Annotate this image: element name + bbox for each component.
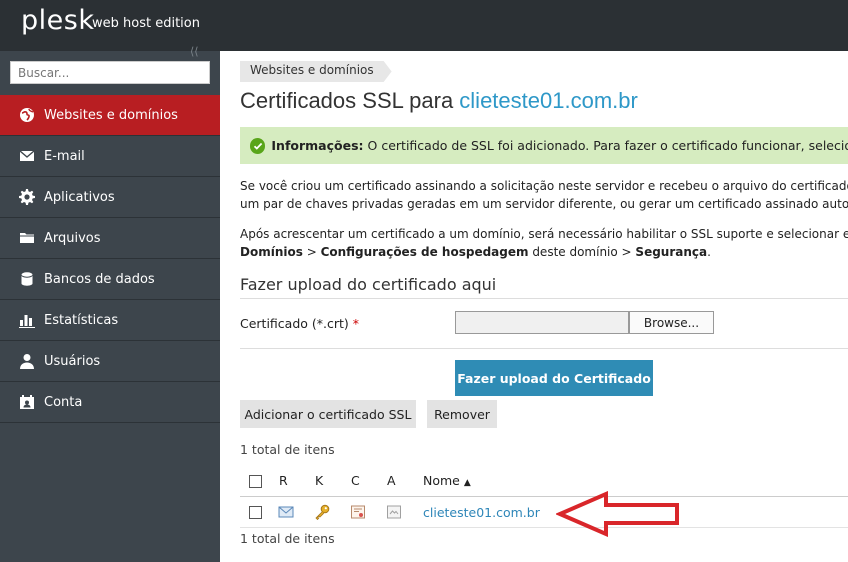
- message-text: O certificado de SSL foi adicionado. Par…: [367, 138, 848, 153]
- column-header-k[interactable]: K: [315, 473, 323, 488]
- remove-button[interactable]: Remover: [427, 400, 497, 428]
- sidebar-item-label: Conta: [44, 394, 83, 410]
- ca-certificate-icon[interactable]: [386, 504, 402, 520]
- upload-certificate-button[interactable]: Fazer upload do Certificado: [455, 360, 653, 396]
- page-title-prefix: Certificados SSL para: [240, 88, 460, 113]
- intro-line-2: um par de chaves privadas geradas em um …: [240, 197, 848, 211]
- sidebar-item-label: Arquivos: [44, 230, 101, 246]
- sidebar-item-files[interactable]: Arquivos: [0, 218, 220, 259]
- success-check-icon: [250, 137, 266, 154]
- globe-icon: [19, 107, 35, 123]
- main-content: Websites e domínios Certificados SSL par…: [240, 51, 848, 562]
- sidebar: ⟨⟨ Websites e domínios E-mail Aplicativo…: [0, 45, 220, 562]
- browse-button[interactable]: Browse...: [629, 311, 714, 334]
- sidebar-item-account[interactable]: Conta: [0, 382, 220, 423]
- sidebar-nav: Websites e domínios E-mail Aplicativos A…: [0, 95, 220, 423]
- intro-paragraph: Se você criou um certificado assinando a…: [240, 177, 848, 213]
- sidebar-item-label: Aplicativos: [44, 189, 115, 205]
- instructions-line-2: Domínios > Configurações de hospedagem d…: [240, 243, 848, 261]
- success-message: Informações: O certificado de SSL foi ad…: [240, 127, 848, 164]
- page-title: Certificados SSL para clieteste01.com.br: [240, 88, 638, 114]
- database-icon: [19, 271, 35, 287]
- message-label: Informações:: [271, 138, 364, 153]
- sidebar-item-users[interactable]: Usuários: [0, 341, 220, 382]
- sidebar-item-databases[interactable]: Bancos de dados: [0, 259, 220, 300]
- plesk-logo[interactable]: plesk: [21, 5, 94, 36]
- path-security: Segurança: [635, 245, 708, 259]
- certificate-field-label: Certificado (*.crt) *: [240, 316, 359, 331]
- sidebar-item-applications[interactable]: Aplicativos: [0, 177, 220, 218]
- column-header-name[interactable]: Nome ▲: [423, 473, 471, 488]
- sort-ascending-icon: ▲: [463, 478, 471, 488]
- sidebar-item-label: Websites e domínios: [44, 107, 178, 123]
- sidebar-item-label: Estatísticas: [44, 312, 119, 328]
- add-ssl-certificate-button[interactable]: Adicionar o certificado SSL: [240, 400, 416, 428]
- path-separator: >: [302, 245, 321, 259]
- sidebar-item-label: Usuários: [44, 353, 101, 369]
- sidebar-item-statistics[interactable]: Estatísticas: [0, 300, 220, 341]
- bar-chart-icon: [19, 312, 35, 328]
- certificate-name-link[interactable]: clieteste01.com.br: [423, 505, 540, 520]
- select-all-checkbox[interactable]: [249, 475, 262, 488]
- row-divider: [240, 527, 848, 528]
- annotation-arrow-icon: [556, 491, 679, 537]
- row-checkbox[interactable]: [249, 506, 262, 519]
- table-header-divider: [240, 496, 848, 497]
- total-items-bottom: 1 total de itens: [240, 531, 335, 546]
- search-input[interactable]: [10, 61, 210, 84]
- sidebar-item-websites[interactable]: Websites e domínios: [0, 95, 220, 136]
- account-icon: [19, 394, 35, 410]
- page-title-domain-link[interactable]: clieteste01.com.br: [459, 88, 638, 113]
- top-bar: plesk web host edition: [0, 0, 848, 51]
- section-divider: [240, 298, 848, 299]
- breadcrumb[interactable]: Websites e domínios: [240, 61, 392, 82]
- collapse-sidebar-icon[interactable]: ⟨⟨: [190, 45, 199, 58]
- path-domains: Domínios: [240, 245, 303, 259]
- folder-icon: [19, 230, 35, 246]
- certificate-file-input[interactable]: [455, 311, 629, 334]
- upload-section-title: Fazer upload do certificado aqui: [240, 275, 497, 294]
- gear-icon: [19, 189, 35, 205]
- edition-label: web host edition: [92, 16, 200, 31]
- path-end: .: [707, 245, 711, 259]
- column-header-a[interactable]: A: [387, 473, 396, 488]
- ssl-instructions-paragraph: Após acrescentar um certificado a um dom…: [240, 225, 848, 261]
- total-items-top: 1 total de itens: [240, 442, 335, 457]
- path-middle: deste domínio >: [528, 245, 636, 259]
- column-header-name-label: Nome: [423, 473, 460, 488]
- sidebar-item-label: Bancos de dados: [44, 271, 155, 287]
- certificate-label-text: Certificado (*.crt): [240, 316, 349, 331]
- column-header-r[interactable]: R: [279, 473, 288, 488]
- sidebar-item-label: E-mail: [44, 148, 85, 164]
- instructions-line-1: Após acrescentar um certificado a um dom…: [240, 227, 848, 241]
- path-hosting-settings: Configurações de hospedagem: [320, 245, 529, 259]
- column-header-c[interactable]: C: [351, 473, 360, 488]
- form-divider: [240, 348, 848, 349]
- certificate-request-envelope-icon[interactable]: [278, 504, 294, 520]
- intro-line-1: Se você criou um certificado assinando a…: [240, 179, 848, 193]
- certificate-icon[interactable]: [350, 504, 366, 520]
- sidebar-item-email[interactable]: E-mail: [0, 136, 220, 177]
- private-key-icon[interactable]: [314, 504, 330, 521]
- required-mark: *: [352, 316, 360, 331]
- envelope-icon: [19, 148, 35, 164]
- user-icon: [19, 353, 35, 369]
